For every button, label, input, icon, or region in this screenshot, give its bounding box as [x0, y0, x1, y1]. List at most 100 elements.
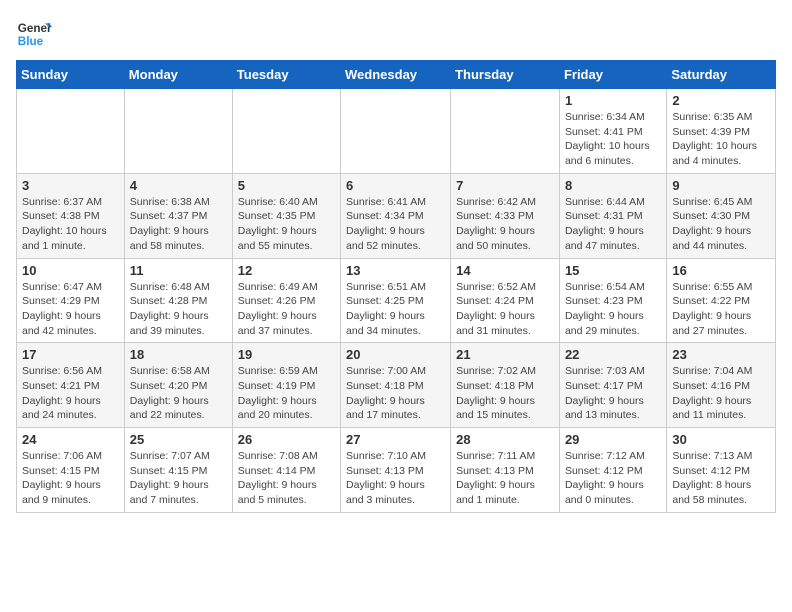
calendar-cell: 21 Sunrise: 7:02 AM Sunset: 4:18 PM Dayli…: [451, 343, 560, 428]
calendar-cell: 9 Sunrise: 6:45 AM Sunset: 4:30 PM Daylig…: [667, 173, 776, 258]
day-number: 3: [22, 178, 119, 193]
calendar-cell: 14 Sunrise: 6:52 AM Sunset: 4:24 PM Dayli…: [451, 258, 560, 343]
day-number: 10: [22, 263, 119, 278]
day-number: 16: [672, 263, 770, 278]
calendar-cell: 29 Sunrise: 7:12 AM Sunset: 4:12 PM Dayli…: [559, 428, 666, 513]
day-info: Sunrise: 6:34 AM Sunset: 4:41 PM Dayligh…: [565, 110, 661, 169]
calendar-cell: 8 Sunrise: 6:44 AM Sunset: 4:31 PM Daylig…: [559, 173, 666, 258]
week-row-1: 1Sunrise: 6:34 AM Sunset: 4:41 PM Daylig…: [17, 89, 776, 174]
calendar-cell: 12Sunrise: 6:49 AM Sunset: 4:26 PM Dayli…: [232, 258, 340, 343]
calendar-cell: 16Sunrise: 6:55 AM Sunset: 4:22 PM Dayli…: [667, 258, 776, 343]
day-number: 18: [130, 347, 227, 362]
day-info: Sunrise: 6:38 AM Sunset: 4:37 PM Dayligh…: [130, 195, 227, 254]
day-info: Sunrise: 6:54 AM Sunset: 4:23 PM Dayligh…: [565, 280, 661, 339]
day-info: Sunrise: 6:35 AM Sunset: 4:39 PM Dayligh…: [672, 110, 770, 169]
day-number: 6: [346, 178, 445, 193]
day-number: 30: [672, 432, 770, 447]
calendar-cell: 30Sunrise: 7:13 AM Sunset: 4:12 PM Dayli…: [667, 428, 776, 513]
day-number: 7: [456, 178, 554, 193]
day-info: Sunrise: 6:41 AM Sunset: 4:34 PM Dayligh…: [346, 195, 445, 254]
calendar-cell: 6 Sunrise: 6:41 AM Sunset: 4:34 PM Daylig…: [341, 173, 451, 258]
day-number: 8: [565, 178, 661, 193]
calendar-cell: 19 Sunrise: 6:59 AM Sunset: 4:19 PM Dayli…: [232, 343, 340, 428]
day-info: Sunrise: 7:11 AM Sunset: 4:13 PM Dayligh…: [456, 449, 554, 508]
day-number: 22: [565, 347, 661, 362]
calendar-cell: 26 Sunrise: 7:08 AM Sunset: 4:14 PM Dayli…: [232, 428, 340, 513]
calendar-cell: 28 Sunrise: 7:11 AM Sunset: 4:13 PM Dayli…: [451, 428, 560, 513]
col-header-wednesday: Wednesday: [341, 61, 451, 89]
calendar-cell: 25 Sunrise: 7:07 AM Sunset: 4:15 PM Dayli…: [124, 428, 232, 513]
day-number: 15: [565, 263, 661, 278]
day-number: 27: [346, 432, 445, 447]
col-header-saturday: Saturday: [667, 61, 776, 89]
day-number: 19: [238, 347, 335, 362]
day-info: Sunrise: 6:47 AM Sunset: 4:29 PM Dayligh…: [22, 280, 119, 339]
calendar-cell: 15 Sunrise: 6:54 AM Sunset: 4:23 PM Dayli…: [559, 258, 666, 343]
day-number: 14: [456, 263, 554, 278]
calendar-cell: 2 Sunrise: 6:35 AM Sunset: 4:39 PM Daylig…: [667, 89, 776, 174]
day-number: 21: [456, 347, 554, 362]
day-info: Sunrise: 7:10 AM Sunset: 4:13 PM Dayligh…: [346, 449, 445, 508]
day-number: 13: [346, 263, 445, 278]
logo-icon: General Blue: [16, 16, 52, 52]
calendar-cell: 5 Sunrise: 6:40 AM Sunset: 4:35 PM Daylig…: [232, 173, 340, 258]
day-number: 5: [238, 178, 335, 193]
calendar-cell: 3 Sunrise: 6:37 AM Sunset: 4:38 PM Daylig…: [17, 173, 125, 258]
day-info: Sunrise: 6:48 AM Sunset: 4:28 PM Dayligh…: [130, 280, 227, 339]
day-info: Sunrise: 6:40 AM Sunset: 4:35 PM Dayligh…: [238, 195, 335, 254]
day-number: 29: [565, 432, 661, 447]
day-number: 17: [22, 347, 119, 362]
day-info: Sunrise: 6:49 AM Sunset: 4:26 PM Dayligh…: [238, 280, 335, 339]
calendar-table: SundayMondayTuesdayWednesdayThursdayFrid…: [16, 60, 776, 513]
calendar-cell: 11Sunrise: 6:48 AM Sunset: 4:28 PM Dayli…: [124, 258, 232, 343]
day-info: Sunrise: 6:44 AM Sunset: 4:31 PM Dayligh…: [565, 195, 661, 254]
day-info: Sunrise: 7:08 AM Sunset: 4:14 PM Dayligh…: [238, 449, 335, 508]
calendar-cell: [341, 89, 451, 174]
col-header-monday: Monday: [124, 61, 232, 89]
day-info: Sunrise: 6:37 AM Sunset: 4:38 PM Dayligh…: [22, 195, 119, 254]
day-info: Sunrise: 7:07 AM Sunset: 4:15 PM Dayligh…: [130, 449, 227, 508]
day-number: 28: [456, 432, 554, 447]
calendar-cell: [232, 89, 340, 174]
calendar-cell: 4 Sunrise: 6:38 AM Sunset: 4:37 PM Daylig…: [124, 173, 232, 258]
day-number: 4: [130, 178, 227, 193]
page-header: General Blue: [16, 16, 776, 52]
col-header-sunday: Sunday: [17, 61, 125, 89]
day-info: Sunrise: 7:06 AM Sunset: 4:15 PM Dayligh…: [22, 449, 119, 508]
calendar-cell: 17 Sunrise: 6:56 AM Sunset: 4:21 PM Dayli…: [17, 343, 125, 428]
day-info: Sunrise: 7:00 AM Sunset: 4:18 PM Dayligh…: [346, 364, 445, 423]
week-row-3: 10 Sunrise: 6:47 AM Sunset: 4:29 PM Dayli…: [17, 258, 776, 343]
day-number: 20: [346, 347, 445, 362]
calendar-cell: 24 Sunrise: 7:06 AM Sunset: 4:15 PM Dayli…: [17, 428, 125, 513]
day-info: Sunrise: 7:03 AM Sunset: 4:17 PM Dayligh…: [565, 364, 661, 423]
col-header-thursday: Thursday: [451, 61, 560, 89]
col-header-tuesday: Tuesday: [232, 61, 340, 89]
week-row-2: 3 Sunrise: 6:37 AM Sunset: 4:38 PM Daylig…: [17, 173, 776, 258]
svg-text:Blue: Blue: [18, 35, 44, 48]
calendar-cell: [17, 89, 125, 174]
day-number: 2: [672, 93, 770, 108]
day-info: Sunrise: 6:45 AM Sunset: 4:30 PM Dayligh…: [672, 195, 770, 254]
day-number: 24: [22, 432, 119, 447]
col-header-friday: Friday: [559, 61, 666, 89]
day-info: Sunrise: 7:02 AM Sunset: 4:18 PM Dayligh…: [456, 364, 554, 423]
day-info: Sunrise: 6:56 AM Sunset: 4:21 PM Dayligh…: [22, 364, 119, 423]
day-info: Sunrise: 7:12 AM Sunset: 4:12 PM Dayligh…: [565, 449, 661, 508]
day-info: Sunrise: 6:52 AM Sunset: 4:24 PM Dayligh…: [456, 280, 554, 339]
day-number: 25: [130, 432, 227, 447]
day-info: Sunrise: 6:51 AM Sunset: 4:25 PM Dayligh…: [346, 280, 445, 339]
day-info: Sunrise: 6:42 AM Sunset: 4:33 PM Dayligh…: [456, 195, 554, 254]
week-row-5: 24 Sunrise: 7:06 AM Sunset: 4:15 PM Dayli…: [17, 428, 776, 513]
calendar-cell: 10 Sunrise: 6:47 AM Sunset: 4:29 PM Dayli…: [17, 258, 125, 343]
calendar-cell: 13 Sunrise: 6:51 AM Sunset: 4:25 PM Dayli…: [341, 258, 451, 343]
day-number: 26: [238, 432, 335, 447]
day-number: 9: [672, 178, 770, 193]
calendar-cell: 20 Sunrise: 7:00 AM Sunset: 4:18 PM Dayli…: [341, 343, 451, 428]
calendar-cell: [124, 89, 232, 174]
day-info: Sunrise: 6:59 AM Sunset: 4:19 PM Dayligh…: [238, 364, 335, 423]
calendar-cell: 18Sunrise: 6:58 AM Sunset: 4:20 PM Dayli…: [124, 343, 232, 428]
logo: General Blue: [16, 16, 52, 52]
week-row-4: 17 Sunrise: 6:56 AM Sunset: 4:21 PM Dayli…: [17, 343, 776, 428]
calendar-cell: 1Sunrise: 6:34 AM Sunset: 4:41 PM Daylig…: [559, 89, 666, 174]
calendar-cell: [451, 89, 560, 174]
